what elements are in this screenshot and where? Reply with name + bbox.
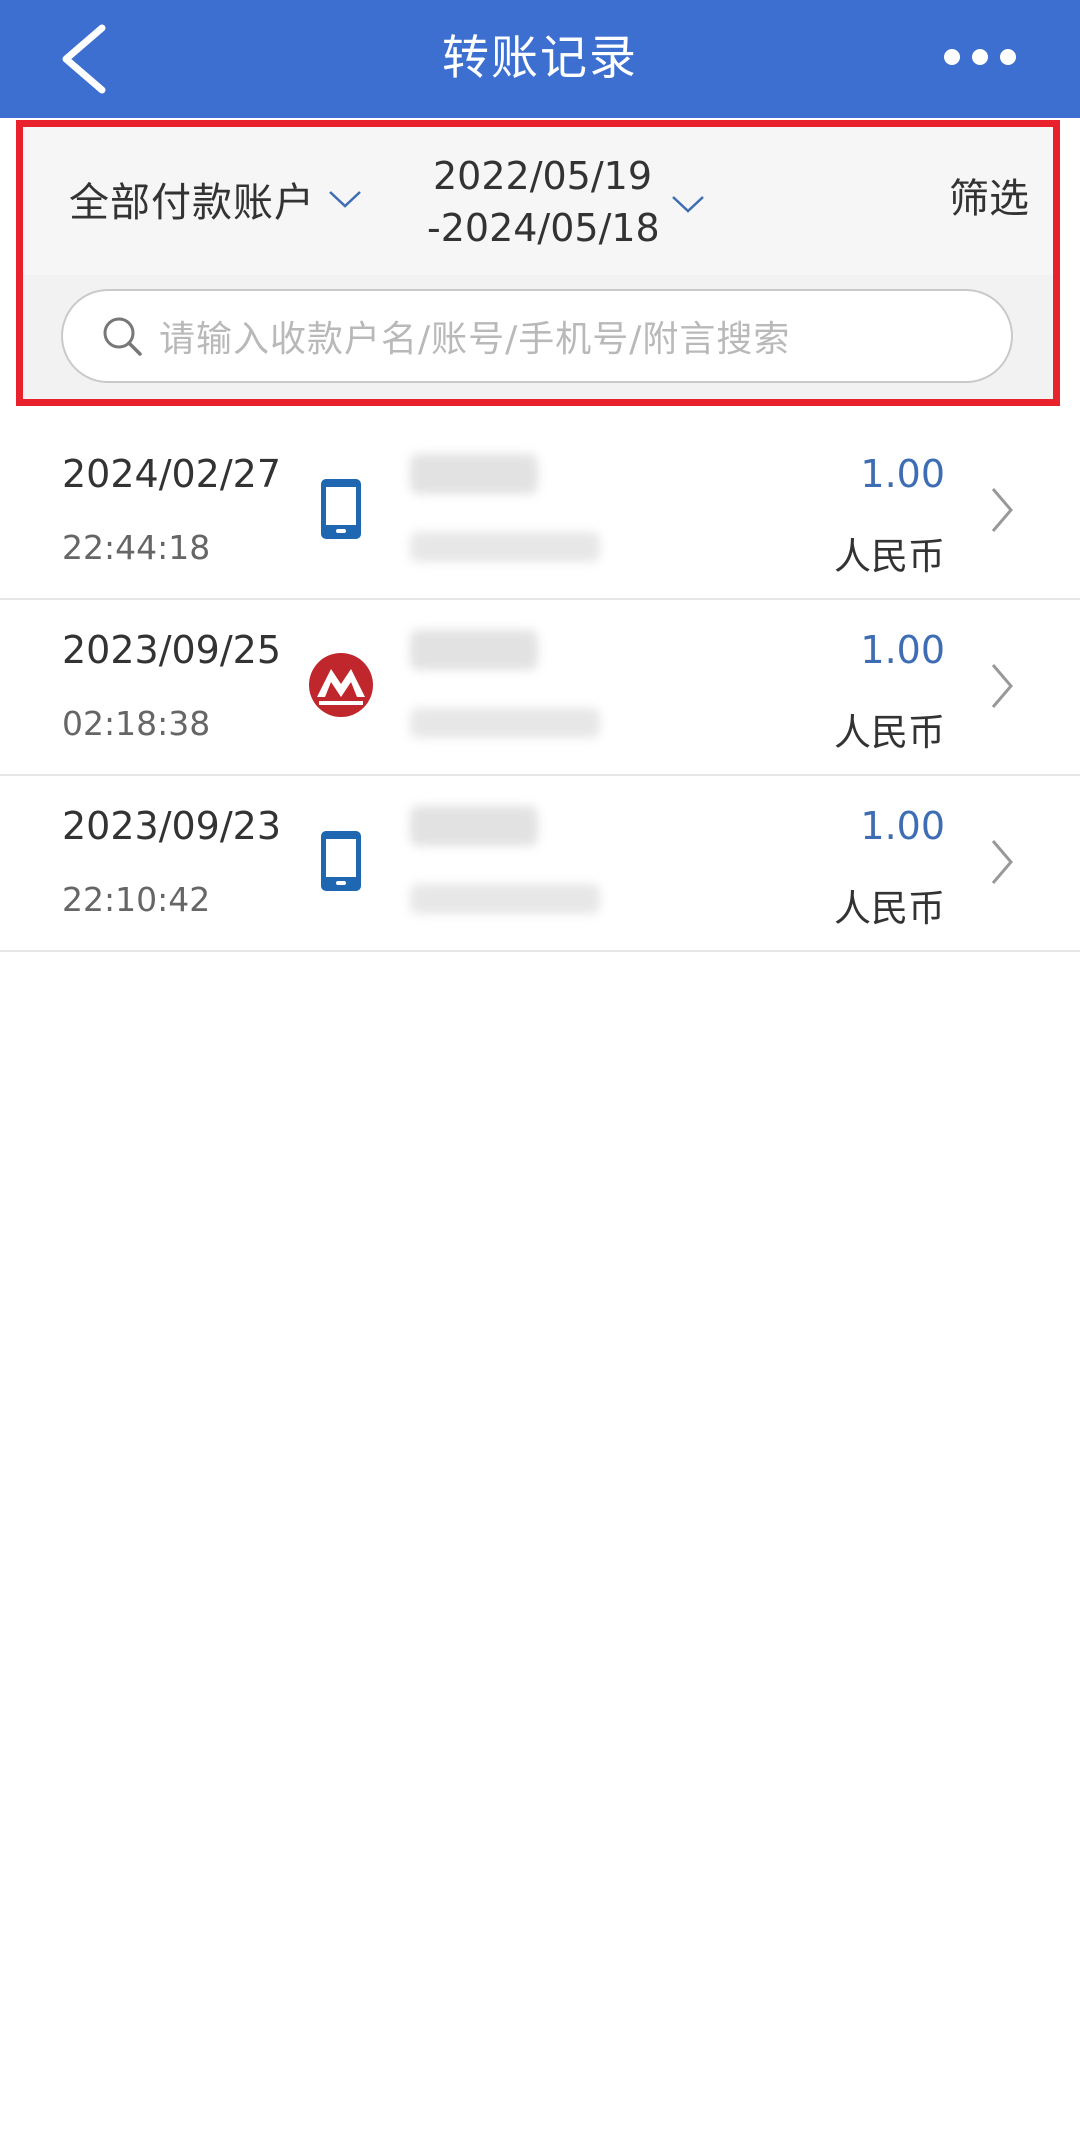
mobile-phone-icon	[321, 479, 361, 539]
chevron-right-icon	[991, 488, 1013, 532]
bank-logo-icon	[309, 653, 373, 717]
transaction-amount: 1.00	[860, 804, 945, 848]
chevron-right-icon	[991, 664, 1013, 708]
payee-account-redacted	[410, 708, 600, 738]
page-title: 转账记录	[442, 31, 638, 86]
transaction-currency: 人民币	[834, 535, 945, 578]
transaction-row[interactable]: 2024/02/27 22:44:18 1.00 人民币	[0, 424, 1080, 600]
transaction-row[interactable]: 2023/09/25 02:18:38 1.00 人民币	[0, 600, 1080, 776]
transaction-time: 02:18:38	[62, 704, 211, 743]
transaction-currency: 人民币	[834, 887, 945, 930]
payee-name-redacted	[410, 630, 538, 670]
chevron-down-icon	[329, 191, 361, 208]
transaction-date: 2024/02/27	[62, 452, 282, 496]
search-placeholder: 请输入收款户名/账号/手机号/附言搜索	[159, 319, 791, 360]
transaction-amount: 1.00	[860, 452, 945, 496]
date-range-dropdown[interactable]: 2022/05/19 -2024/05/18	[427, 147, 706, 257]
transaction-row[interactable]: 2023/09/23 22:10:42 1.00 人民币	[0, 776, 1080, 952]
transaction-time: 22:44:18	[62, 528, 211, 567]
filter-panel: 全部付款账户 2022/05/19 -2024/05/18 筛选 请输入收款户名…	[16, 120, 1060, 406]
search-input[interactable]: 请输入收款户名/账号/手机号/附言搜索	[61, 289, 1013, 383]
app-header: 转账记录	[0, 0, 1080, 118]
mobile-phone-icon	[321, 831, 361, 891]
search-area: 请输入收款户名/账号/手机号/附言搜索	[23, 275, 1053, 399]
transaction-currency: 人民币	[834, 711, 945, 754]
payment-account-dropdown[interactable]: 全部付款账户	[69, 169, 363, 229]
search-icon	[103, 317, 142, 356]
payee-account-redacted	[410, 532, 600, 562]
payee-name-redacted	[410, 454, 538, 494]
payee-name-redacted	[410, 806, 538, 846]
chevron-down-icon	[671, 196, 704, 213]
date-range-start: 2022/05/19	[433, 154, 653, 198]
transaction-amount: 1.00	[860, 628, 945, 672]
more-horizontal-icon[interactable]	[932, 40, 1032, 74]
payment-account-label: 全部付款账户	[69, 180, 315, 226]
transaction-date: 2023/09/23	[62, 804, 282, 848]
filter-bar: 全部付款账户 2022/05/19 -2024/05/18 筛选	[23, 127, 1053, 275]
filter-button[interactable]: 筛选	[949, 169, 1029, 229]
date-range: 2022/05/19 -2024/05/18	[427, 150, 660, 254]
date-range-end: -2024/05/18	[427, 206, 660, 250]
transaction-list: 2024/02/27 22:44:18 1.00 人民币 2023/09/25 …	[0, 424, 1080, 952]
transaction-time: 22:10:42	[62, 880, 211, 919]
transaction-date: 2023/09/25	[62, 628, 282, 672]
chevron-right-icon	[991, 840, 1013, 884]
payee-account-redacted	[410, 884, 600, 914]
